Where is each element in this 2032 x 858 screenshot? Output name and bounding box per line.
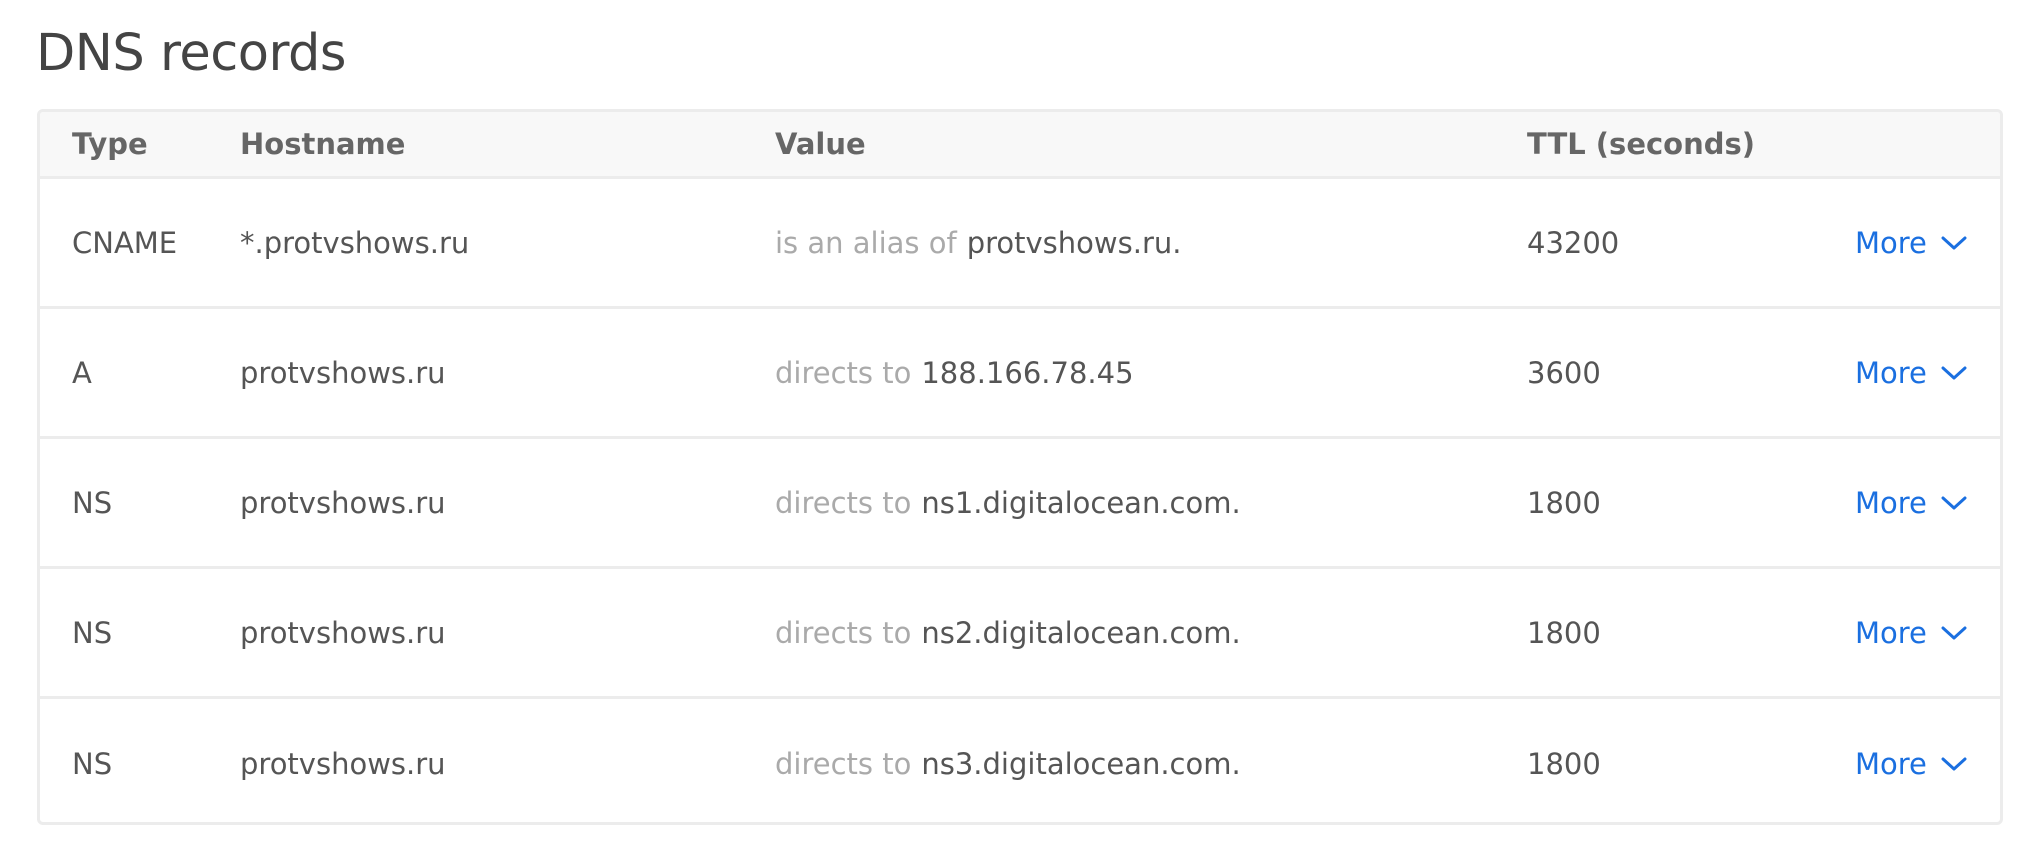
more-label: More [1855,615,1927,650]
more-button[interactable]: More [1855,486,1967,520]
more-cell: More [1855,309,1967,436]
record-value-prefix: directs to [775,747,912,781]
record-hostname: protvshows.ru [240,355,446,390]
more-button[interactable]: More [1855,226,1967,260]
record-type: NS [72,485,113,520]
record-ttl: 1800 [1527,747,1601,781]
table-row: CNAME *.protvshows.ru is an alias of pro… [40,179,2000,309]
record-value-cell: directs to 188.166.78.45 [775,309,1134,436]
record-ttl: 1800 [1527,485,1601,520]
record-value-cell: directs to ns1.digitalocean.com. [775,439,1241,566]
more-button[interactable]: More [1855,356,1967,390]
record-ttl: 3600 [1527,355,1601,390]
record-value: protvshows.ru. [966,225,1182,260]
record-type: A [72,355,92,390]
chevron-down-icon [1941,626,1967,639]
header-ttl: TTL (seconds) [1527,127,1756,161]
record-ttl: 1800 [1527,615,1601,650]
table-row: NS protvshows.ru directs to ns3.digitalo… [40,699,2000,822]
record-value-prefix: directs to [775,485,912,520]
page-title: DNS records [36,24,347,83]
record-hostname: protvshows.ru [240,485,446,520]
chevron-down-icon [1941,496,1967,509]
record-ttl: 43200 [1527,225,1620,260]
more-button[interactable]: More [1855,616,1967,650]
more-cell: More [1855,699,1967,822]
more-cell: More [1855,439,1967,566]
more-button[interactable]: More [1855,747,1967,781]
record-value-cell: is an alias of protvshows.ru. [775,179,1181,306]
chevron-down-icon [1941,366,1967,379]
record-value-prefix: directs to [775,615,912,650]
more-cell: More [1855,179,1967,306]
record-value: ns2.digitalocean.com. [921,615,1241,650]
record-hostname: protvshows.ru [240,747,446,781]
table-row: NS protvshows.ru directs to ns2.digitalo… [40,569,2000,699]
chevron-down-icon [1941,236,1967,249]
table-header: Type Hostname Value TTL (seconds) [40,112,2000,179]
header-type: Type [72,127,148,161]
record-value-cell: directs to ns3.digitalocean.com. [775,699,1241,822]
more-cell: More [1855,569,1967,696]
record-value-cell: directs to ns2.digitalocean.com. [775,569,1241,696]
record-value: ns1.digitalocean.com. [921,485,1241,520]
header-hostname: Hostname [240,127,406,161]
record-value-prefix: is an alias of [775,225,957,260]
header-value: Value [775,127,866,161]
table-row: A protvshows.ru directs to 188.166.78.45… [40,309,2000,439]
record-value: ns3.digitalocean.com. [921,747,1241,781]
record-type: NS [72,615,113,650]
record-type: CNAME [72,225,178,260]
chevron-down-icon [1941,757,1967,771]
more-label: More [1855,747,1927,781]
record-hostname: *.protvshows.ru [240,225,470,260]
more-label: More [1855,485,1927,520]
more-label: More [1855,355,1927,390]
table-row: NS protvshows.ru directs to ns1.digitalo… [40,439,2000,569]
dns-records-table: Type Hostname Value TTL (seconds) CNAME … [37,109,2003,825]
record-type: NS [72,747,113,781]
more-label: More [1855,225,1927,260]
record-value-prefix: directs to [775,355,912,390]
record-value: 188.166.78.45 [921,355,1134,390]
record-hostname: protvshows.ru [240,615,446,650]
